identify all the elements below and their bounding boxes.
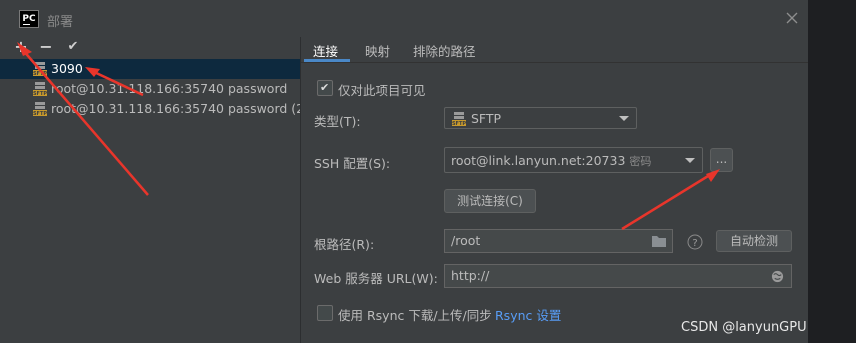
web-url-value: http:// [451,268,490,283]
web-url-label: Web 服务器 URL(W): [314,271,438,286]
background-editor-strip [808,0,856,343]
check-icon: ✔ [320,81,330,94]
ssh-config-browse-button[interactable]: ... [710,148,733,172]
dialog-title: 部署 [47,15,74,30]
ssh-config-value: root@link.lanyun.net:20733 密码 [451,153,652,168]
root-path-label: 根路径(R): [314,237,375,252]
sftp-server-icon: SFTP [33,62,47,77]
add-server-button[interactable]: + [13,39,29,55]
visible-only-checkbox[interactable]: ✔ [317,80,333,96]
server-tree: SFTP 3090 SFTP root@10.31.118.166:35740 … [0,59,309,119]
settings-tabs: 连接 映射 排除的路径 [301,37,808,62]
sftp-server-icon: SFTP [33,102,47,117]
sftp-icon: SFTP [452,112,466,127]
help-icon[interactable]: ? [687,234,703,250]
tab-excluded-paths[interactable]: 排除的路径 [413,41,476,60]
server-item-label: root@10.31.118.166:35740 password [51,81,288,96]
rsync-checkbox[interactable] [317,305,333,321]
pycharm-logo-icon: PC [19,10,39,28]
ssh-auth-hint: 密码 [629,155,652,168]
rsync-label: 使用 Rsync 下载/上传/同步 [338,308,492,323]
remove-server-button[interactable]: − [38,39,54,55]
deployment-dialog: PC 部署 + − ✔ SFTP 3090 SFTP root@10.31.11… [0,0,808,343]
rsync-settings-link[interactable]: Rsync 设置 [495,305,561,324]
server-item-root-password-2[interactable]: SFTP root@10.31.118.166:35740 password (… [0,99,309,119]
test-connection-button[interactable]: 测试连接(C) [444,189,536,213]
type-select[interactable]: SFTP SFTP [444,107,637,129]
set-default-button[interactable]: ✔ [65,39,81,55]
sftp-server-icon: SFTP [33,82,47,97]
chevron-down-icon [619,116,629,121]
server-item-label: root@10.31.118.166:35740 password (2) [51,101,309,116]
root-path-input[interactable]: /root [444,229,673,253]
svg-text:SFTP: SFTP [452,121,466,127]
visible-only-label: 仅对此项目可见 [338,83,426,98]
chevron-down-icon [685,158,695,163]
web-url-input[interactable]: http:// [444,264,792,288]
ssh-config-label: SSH 配置(S): [314,156,391,171]
tab-separator [301,62,808,63]
tab-mappings[interactable]: 映射 [365,41,390,60]
globe-icon[interactable] [771,270,784,283]
server-item-label: 3090 [51,61,83,76]
server-settings-pane: 连接 映射 排除的路径 ✔ 仅对此项目可见 类型(T): SFTP SFTP S… [301,37,808,343]
autodetect-button[interactable]: 自动检测 [716,230,792,252]
server-item-3090[interactable]: SFTP 3090 [0,59,300,79]
type-label: 类型(T): [314,114,361,129]
title-bar: PC 部署 [0,0,808,37]
server-list-pane: + − ✔ SFTP 3090 SFTP root@10.31.118.166:… [0,37,309,343]
svg-text:?: ? [692,238,697,249]
type-select-value: SFTP [471,111,502,126]
close-icon[interactable] [785,11,799,25]
svg-text:SFTP: SFTP [33,71,47,77]
server-item-root-password[interactable]: SFTP root@10.31.118.166:35740 password [0,79,300,99]
svg-text:SFTP: SFTP [33,91,47,97]
root-path-value: /root [451,233,481,248]
tab-connection[interactable]: 连接 [313,41,338,60]
svg-text:SFTP: SFTP [33,111,47,117]
folder-icon[interactable] [651,234,667,248]
ssh-config-select[interactable]: root@link.lanyun.net:20733 密码 [444,147,703,173]
watermark: CSDN @lanyunGPU [681,320,807,335]
